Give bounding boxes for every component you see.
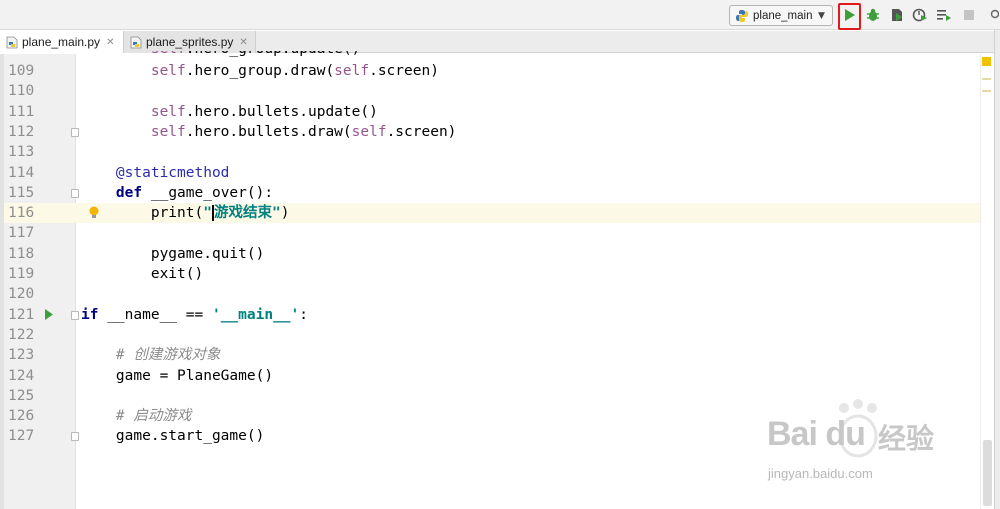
main-toolbar: plane_main ▼ [0, 0, 1000, 30]
code-line[interactable]: 114 @staticmethod [0, 163, 980, 183]
fold-marker-icon[interactable] [71, 188, 79, 198]
debug-icon [867, 8, 879, 21]
code-line[interactable]: 113 [0, 142, 980, 162]
code-text: game = PlaneGame() [81, 367, 274, 384]
code-text: print(" 游戏结束") [81, 205, 290, 222]
code-text: def __game_over(): [115, 184, 274, 201]
code-line[interactable]: 117 [0, 223, 980, 243]
concurrency-button[interactable] [935, 6, 953, 24]
code-text: game.start_game() [81, 428, 265, 445]
marker-line[interactable] [982, 90, 991, 92]
tab-label: plane_sprites.py [146, 35, 234, 49]
tab-plane-sprites[interactable]: plane_sprites.py ✕ [124, 31, 256, 53]
code-line[interactable]: 119 exit() [0, 264, 980, 284]
line-number: 114 [8, 164, 35, 181]
code-text: exit() [81, 266, 204, 282]
line-number: 122 [8, 326, 35, 343]
python-file-icon [736, 9, 748, 22]
watermark-cn: 经验 [878, 422, 935, 455]
close-icon[interactable]: ✕ [106, 37, 114, 48]
code-line[interactable]: 121 if __name__ == '__main__': [0, 305, 980, 325]
code-line[interactable]: 118 pygame.quit() [0, 244, 980, 264]
run-gutter-icon[interactable] [44, 308, 54, 321]
watermark-brand: Bai du [767, 415, 866, 453]
line-number: 120 [8, 286, 35, 303]
line-number: 117 [8, 225, 35, 242]
line-number: 123 [8, 347, 35, 364]
code-line[interactable]: 112 self.hero.bullets.draw(self.screen) [0, 122, 980, 142]
code-line[interactable]: 111 self.hero.bullets.update() [0, 102, 980, 122]
line-number: 124 [8, 367, 35, 384]
line-number: 109 [8, 63, 35, 79]
tab-plane-main[interactable]: plane_main.py ✕ [0, 31, 124, 53]
code-text: self.hero.bullets.draw(self.screen) [150, 123, 457, 140]
marker-line[interactable] [982, 78, 991, 80]
code-text: self.hero_group.draw(self.screen) [150, 63, 439, 79]
code-line[interactable]: 110 [0, 81, 980, 101]
code-line[interactable]: 115 def __game_over(): [0, 183, 980, 203]
code-line[interactable]: 116 print(" 游戏结束") [0, 203, 980, 224]
line-number: 115 [8, 184, 35, 201]
line-number: 116 [8, 205, 35, 222]
line-number: 119 [8, 266, 35, 282]
code-line[interactable]: 124 game = PlaneGame() [0, 366, 980, 386]
debug-button[interactable] [864, 6, 882, 24]
fold-marker-icon[interactable] [71, 432, 79, 442]
line-number: 118 [8, 245, 35, 262]
profile-icon [912, 8, 927, 22]
line-number: 121 [8, 306, 35, 323]
chevron-down-icon: ▼ [818, 10, 825, 21]
run-config-selector[interactable]: plane_main ▼ [729, 5, 833, 26]
concurrency-icon [937, 10, 951, 21]
line-number: 126 [8, 408, 35, 425]
line-number: 127 [8, 428, 35, 445]
close-icon[interactable]: ✕ [239, 37, 247, 48]
code-text: self.hero.bullets.update() [150, 103, 378, 120]
python-file-icon [6, 36, 18, 48]
code-text: @staticmethod [115, 164, 230, 181]
code-line[interactable]: 120 [0, 284, 980, 304]
run-config-label: plane_main [753, 9, 813, 22]
code-text: # 创建游戏对象 [115, 347, 221, 364]
stop-button[interactable] [960, 6, 978, 24]
line-number: 110 [8, 83, 35, 100]
code-text: pygame.quit() [81, 245, 265, 262]
code-line[interactable]: 123 # 创建游戏对象 [0, 345, 980, 365]
partial-line: self.hero_group.update() [0, 51, 980, 59]
editor-tab-bar: plane_main.py ✕ plane_sprites.py ✕ [0, 31, 994, 53]
run-button-highlight [838, 3, 861, 30]
left-tool-strip [0, 54, 4, 509]
profile-button[interactable] [911, 6, 929, 24]
fold-marker-icon[interactable] [71, 127, 79, 137]
stop-icon [964, 10, 974, 20]
code-text: # 启动游戏 [115, 408, 192, 425]
scrollbar-thumb[interactable] [983, 440, 992, 506]
coverage-button[interactable] [888, 6, 906, 24]
line-number: 113 [8, 144, 35, 161]
python-file-icon [130, 36, 142, 48]
line-number: 112 [8, 123, 35, 140]
fold-marker-icon[interactable] [71, 310, 79, 320]
search-everywhere-button[interactable] [988, 6, 1000, 24]
search-icon [990, 9, 999, 19]
code-text: if __name__ == '__main__': [81, 306, 309, 323]
code-line[interactable]: 109 self.hero_group.draw(self.screen) [0, 61, 980, 81]
warning-marker[interactable] [982, 57, 991, 66]
line-number: 111 [8, 103, 35, 120]
tab-label: plane_main.py [22, 35, 101, 49]
code-line[interactable]: 122 [0, 325, 980, 345]
watermark-url: jingyan.baidu.com [768, 466, 873, 481]
coverage-icon [892, 9, 902, 21]
line-number: 125 [8, 387, 35, 404]
right-tool-panel [994, 30, 1000, 509]
